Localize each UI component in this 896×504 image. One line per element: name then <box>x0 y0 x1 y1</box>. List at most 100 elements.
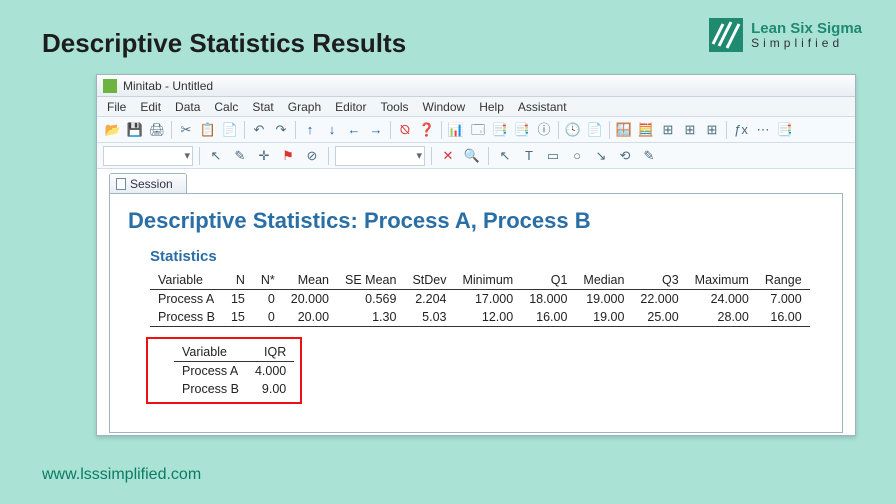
combo-box-2[interactable] <box>335 146 425 166</box>
marker-tool-icon[interactable]: ✎ <box>639 146 659 166</box>
toolbar-row-2: ↖ ✎ ✛ ⚑ ⊘ ✕ 🔍 ↖ T ▭ ○ ↘ ⟲ ✎ <box>97 143 855 169</box>
col-max: Maximum <box>687 271 757 290</box>
menu-window[interactable]: Window <box>417 98 472 116</box>
toolbar-icon[interactable]: ↷ <box>271 120 291 140</box>
toolbar-icon[interactable]: 📊 <box>446 120 466 140</box>
separator <box>726 121 727 139</box>
flag-icon[interactable]: ⚑ <box>278 146 298 166</box>
toolbar-icon[interactable]: → <box>366 120 386 140</box>
separator <box>171 121 172 139</box>
menu-assistant[interactable]: Assistant <box>512 98 573 116</box>
toolbar-icon[interactable]: 🗔 <box>468 120 488 140</box>
session-tab-label: Session <box>130 177 173 191</box>
separator <box>441 121 442 139</box>
polyline-tool-icon[interactable]: ⟲ <box>615 146 635 166</box>
toolbar-icon[interactable]: 📑 <box>490 120 510 140</box>
separator <box>244 121 245 139</box>
toolbar-icon[interactable]: ƒx <box>731 120 751 140</box>
brush-tool-icon[interactable]: ✎ <box>230 146 250 166</box>
result-title: Descriptive Statistics: Process A, Proce… <box>128 208 824 234</box>
col-min: Minimum <box>454 271 521 290</box>
document-icon <box>116 178 126 190</box>
separator <box>488 147 489 165</box>
cell: 0.569 <box>337 290 404 309</box>
toolbar-icon[interactable]: 📄 <box>585 120 605 140</box>
cell: 5.03 <box>404 308 454 327</box>
toolbar-icon[interactable]: ← <box>344 120 364 140</box>
slide-title: Descriptive Statistics Results <box>42 28 406 59</box>
cancel-icon[interactable]: ⊘ <box>302 146 322 166</box>
cell: 18.000 <box>521 290 575 309</box>
separator <box>199 147 200 165</box>
toolbar-icon[interactable]: ⓘ <box>534 120 554 140</box>
circle-tool-icon[interactable]: ○ <box>567 146 587 166</box>
toolbar-icon[interactable]: ⊞ <box>658 120 678 140</box>
cell: 20.00 <box>283 308 337 327</box>
menu-data[interactable]: Data <box>169 98 206 116</box>
col-n: N <box>223 271 253 290</box>
menu-editor[interactable]: Editor <box>329 98 372 116</box>
cell: 7.000 <box>757 290 810 309</box>
separator <box>390 121 391 139</box>
menu-file[interactable]: File <box>101 98 132 116</box>
delete-icon[interactable]: ✕ <box>438 146 458 166</box>
toolbar-icon[interactable]: ✂ <box>176 120 196 140</box>
toolbar-icon[interactable]: 📑 <box>512 120 532 140</box>
cell: 1.30 <box>337 308 404 327</box>
toolbar-icon[interactable]: 🕓 <box>563 120 583 140</box>
col-median: Median <box>575 271 632 290</box>
zoom-icon[interactable]: 🔍 <box>462 146 482 166</box>
toolbar-icon[interactable]: 🪟 <box>614 120 634 140</box>
toolbar-icon[interactable]: 📄 <box>220 120 240 140</box>
table-row: Process A 4.000 <box>174 362 294 381</box>
cell: Process A <box>150 290 223 309</box>
col-range: Range <box>757 271 810 290</box>
crosshair-icon[interactable]: ✛ <box>254 146 274 166</box>
table-header-row: Variable IQR <box>174 343 294 362</box>
toolbar-icon[interactable]: 📑 <box>775 120 795 140</box>
toolbar-icon[interactable]: ⋯ <box>753 120 773 140</box>
session-tab[interactable]: Session <box>109 173 187 193</box>
cell: Process A <box>174 362 247 381</box>
window-title: Minitab - Untitled <box>123 79 213 93</box>
toolbar-icon[interactable]: ⊞ <box>680 120 700 140</box>
toolbar-icon[interactable]: ↓ <box>322 120 342 140</box>
rect-tool-icon[interactable]: ▭ <box>543 146 563 166</box>
text-tool-icon[interactable]: T <box>519 146 539 166</box>
stats-heading: Statistics <box>150 248 824 265</box>
footer-link: www.lsssimplified.com <box>42 466 201 484</box>
toolbar-icon[interactable]: 🖨 <box>147 120 167 140</box>
toolbar-icon[interactable]: 📂 <box>103 120 123 140</box>
cell: 19.000 <box>575 290 632 309</box>
toolbar-icon[interactable]: ↑ <box>300 120 320 140</box>
cell: 4.000 <box>247 362 294 381</box>
toolbar-icon[interactable]: 💾 <box>125 120 145 140</box>
toolbar-icon[interactable]: ⊞ <box>702 120 722 140</box>
menu-stat[interactable]: Stat <box>246 98 279 116</box>
toolbar-icon[interactable]: 🧮 <box>636 120 656 140</box>
line-tool-icon[interactable]: ↘ <box>591 146 611 166</box>
brand-block: Lean Six Sigma Simplified <box>709 18 862 52</box>
menu-help[interactable]: Help <box>473 98 510 116</box>
separator <box>431 147 432 165</box>
menu-graph[interactable]: Graph <box>282 98 327 116</box>
brand-line1: Lean Six Sigma <box>751 21 862 37</box>
menu-edit[interactable]: Edit <box>134 98 167 116</box>
menu-tools[interactable]: Tools <box>374 98 414 116</box>
menu-calc[interactable]: Calc <box>208 98 244 116</box>
combo-box-1[interactable] <box>103 146 193 166</box>
toolbar-icon[interactable]: 📋 <box>198 120 218 140</box>
toolbar-icon[interactable]: ⦰ <box>395 120 415 140</box>
cell: 0 <box>253 290 283 309</box>
iqr-highlight-box: Variable IQR Process A 4.000 Process B 9… <box>146 337 302 404</box>
pointer-icon[interactable]: ↖ <box>495 146 515 166</box>
table-row: Process B 9.00 <box>174 380 294 398</box>
stats-table: Variable N N* Mean SE Mean StDev Minimum… <box>150 271 810 327</box>
toolbar-icon[interactable]: ↶ <box>249 120 269 140</box>
cell: 25.00 <box>632 308 686 327</box>
select-tool-icon[interactable]: ↖ <box>206 146 226 166</box>
col-iqr: IQR <box>247 343 294 362</box>
toolbar-icon[interactable]: ❓ <box>417 120 437 140</box>
table-row: Process A 15 0 20.000 0.569 2.204 17.000… <box>150 290 810 309</box>
separator <box>328 147 329 165</box>
